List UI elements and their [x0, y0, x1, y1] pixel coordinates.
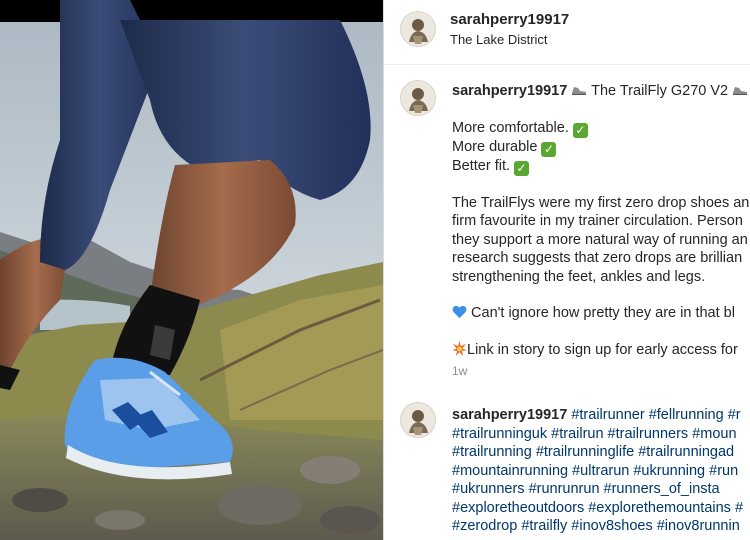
post-details-panel: sarahperry19917 The Lake District sarahp… — [384, 0, 750, 540]
caption-paragraph-line: they support a more natural way of runni… — [452, 231, 748, 248]
hashtag-line[interactable]: #mountainrunning #ultrarun #ukrunning #r… — [452, 462, 750, 481]
check-mark-icon: ✓ — [541, 141, 557, 157]
hashtag-line[interactable]: #ukrunners #runrunrun #runners_of_insta — [452, 480, 750, 499]
running-shoe-icon — [572, 87, 587, 95]
caption-paragraph-line: research suggests that zero drops are br… — [452, 250, 743, 266]
hashtag-line[interactable]: #exploretheoutdoors #explorethemountains… — [452, 499, 750, 518]
caption-text: sarahperry19917 The TrailFly G270 V2 Mor… — [452, 82, 750, 381]
caption-line-text: Better fit. — [452, 157, 511, 174]
post-timestamp[interactable]: 1w — [452, 362, 750, 381]
blue-heart-icon — [452, 305, 467, 319]
caption-line: More comfortable. ✓ — [452, 119, 750, 138]
caption-title: The TrailFly G270 V2 — [591, 83, 729, 99]
collision-spark-icon — [452, 340, 467, 356]
hashtag-line[interactable]: #zerodrop #trailfly #inov8shoes #inov8ru… — [452, 517, 750, 536]
avatar-image — [401, 12, 435, 46]
comment-first-line: sarahperry19917 #trailrunner #fellrunnin… — [452, 406, 750, 425]
caption-line: More durable ✓ — [452, 138, 750, 157]
caption-paragraph-line: The TrailFlys were my first zero drop sh… — [452, 194, 750, 211]
post-photo[interactable] — [0, 0, 383, 540]
avatar-image — [401, 403, 435, 437]
hashtag-line[interactable]: #trailrunninguk #trailrun #trailrunners … — [452, 425, 750, 444]
caption-username[interactable]: sarahperry19917 — [452, 83, 567, 99]
caption-line: Better fit. ✓ — [452, 157, 750, 176]
caption-line-text: More durable — [452, 138, 538, 155]
check-mark-icon: ✓ — [514, 160, 530, 176]
caption-title-line: sarahperry19917 The TrailFly G270 V2 — [452, 82, 750, 101]
comment-avatar[interactable] — [400, 402, 436, 438]
comment-text: sarahperry19917 #trailrunner #fellrunnin… — [452, 406, 750, 536]
comment-username[interactable]: sarahperry19917 — [452, 407, 567, 423]
caption-line-text: More comfortable. — [452, 119, 569, 136]
running-shoe-icon — [733, 87, 748, 95]
hashtag-line[interactable]: #trailrunner #fellrunning #r — [571, 407, 740, 423]
trail-runner-photo — [0, 0, 383, 540]
check-mark-icon: ✓ — [572, 122, 588, 138]
caption-avatar[interactable] — [400, 80, 436, 116]
caption-heart-text: Can't ignore how pretty they are in that… — [471, 305, 735, 321]
caption-link-line: Link in story to sign up for early acces… — [452, 340, 750, 360]
post-author-username[interactable]: sarahperry19917 — [450, 11, 569, 28]
post-header: sarahperry19917 The Lake District — [384, 0, 750, 65]
post-location[interactable]: The Lake District — [450, 32, 548, 47]
avatar[interactable] — [400, 11, 436, 47]
caption-link-text: Link in story to sign up for early acces… — [467, 341, 738, 358]
caption-paragraph-line: firm favourite in my trainer circulation… — [452, 213, 743, 229]
hashtag-line[interactable]: #trailrunning #trailrunninglife #trailru… — [452, 443, 750, 462]
caption-heart-line: Can't ignore how pretty they are in that… — [452, 304, 750, 323]
avatar-image — [401, 81, 435, 115]
caption-paragraph-line: strengthening the feet, ankles and legs. — [452, 268, 706, 285]
